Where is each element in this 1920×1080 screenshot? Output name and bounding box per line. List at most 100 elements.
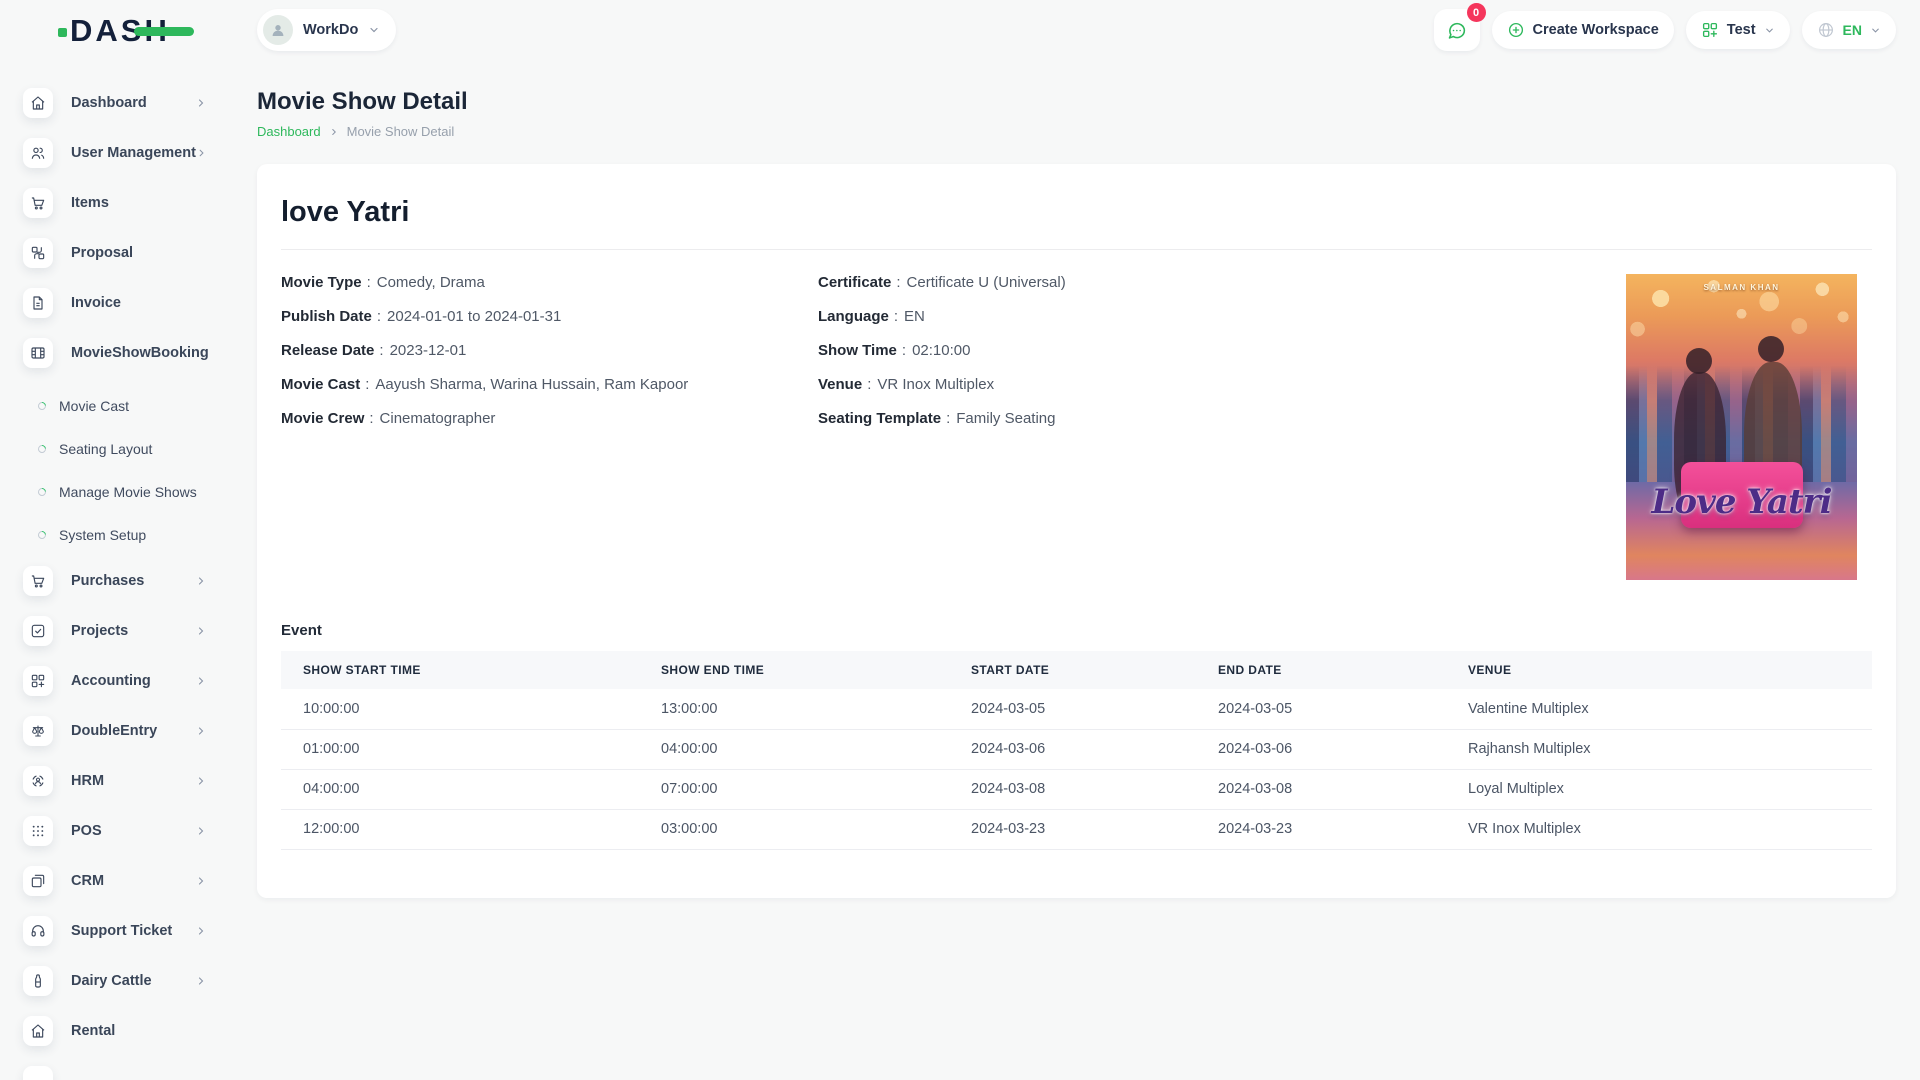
language-selector[interactable]: EN <box>1801 11 1896 49</box>
target-user-icon <box>23 766 53 796</box>
cell-start-date: 2024-03-23 <box>949 809 1196 850</box>
sidebar-item-pos[interactable]: POS <box>23 816 207 846</box>
app-switcher-label: Test <box>1726 22 1756 38</box>
sidebar-subitem-label: Movie Cast <box>59 397 130 414</box>
sidebar-item-accounting[interactable]: Accounting <box>23 666 207 696</box>
cell-start-date: 2024-03-06 <box>949 729 1196 770</box>
headset-icon <box>23 916 53 946</box>
sidebar-item-movieshowbooking[interactable]: MovieShowBooking <box>23 338 209 368</box>
top-bar-actions: 0 Create Workspace Test EN <box>1433 3 1896 51</box>
workspace-switcher[interactable]: WorkDo <box>257 9 397 51</box>
col-start-date: START DATE <box>949 651 1196 689</box>
chevron-down-icon <box>370 27 378 33</box>
cell-show-start-time: 10:00:00 <box>281 689 639 730</box>
cell-venue: Valentine Multiplex <box>1446 689 1872 730</box>
page-title: Movie Show Detail <box>257 88 468 115</box>
sidebar-item-label: CRM <box>71 873 105 889</box>
poster-figure <box>1686 348 1712 374</box>
chevron-right-icon <box>198 777 204 785</box>
create-workspace-label: Create Workspace <box>1532 22 1659 38</box>
home-icon <box>23 88 53 118</box>
language-label: EN <box>1842 22 1862 38</box>
sidebar-item-label: Rental <box>71 1023 116 1039</box>
breadcrumb-dashboard-link[interactable]: Dashboard <box>257 124 321 139</box>
chevron-right-icon <box>199 149 204 157</box>
avatar <box>263 15 293 45</box>
sidebar-subitem-system-setup[interactable]: System Setup <box>36 513 257 556</box>
chevron-right-icon <box>198 627 204 635</box>
sidebar-item-invoice[interactable]: Invoice <box>23 288 207 318</box>
messages-button[interactable]: 0 <box>1433 3 1486 51</box>
users-icon <box>23 138 53 168</box>
sidebar-subitem-manage-movie-shows[interactable]: Manage Movie Shows <box>36 470 257 513</box>
col-end-date: END DATE <box>1196 651 1446 689</box>
detail-seating-template: Seating Template: Family Seating <box>818 410 1056 427</box>
sidebar-item-rental[interactable]: Rental <box>23 1016 207 1046</box>
breadcrumb: Dashboard Movie Show Detail <box>257 124 1896 139</box>
sidebar-item-dashboard[interactable]: Dashboard <box>23 88 207 118</box>
chat-bubble-icon <box>1448 22 1466 39</box>
poster-title-text: Love Yatri <box>1651 482 1832 522</box>
sidebar-item-doubleentry[interactable]: DoubleEntry <box>23 716 207 746</box>
user-avatar-icon <box>272 25 284 36</box>
cell-show-end-time: 07:00:00 <box>639 769 949 810</box>
movie-details: Movie Type: Comedy, Drama Publish Date:20… <box>281 274 1872 580</box>
cell-venue: Loyal Multiplex <box>1446 769 1872 810</box>
brand-logo[interactable]: DASH <box>58 15 194 46</box>
col-venue: VENUE <box>1446 651 1872 689</box>
sidebar-item-user-management[interactable]: User Management <box>23 138 207 168</box>
film-icon <box>23 338 53 368</box>
event-heading: Event <box>281 622 322 639</box>
file-icon <box>23 288 53 318</box>
event-table: SHOW START TIME SHOW END TIME START DATE… <box>281 651 1872 850</box>
app-switcher-button[interactable]: Test <box>1685 11 1790 49</box>
sidebar-item-hrm[interactable]: HRM <box>23 766 207 796</box>
chevron-right-icon <box>198 877 204 885</box>
sidebar-item-projects[interactable]: Projects <box>23 616 207 646</box>
sidebar-item-proposal[interactable]: Proposal <box>23 238 207 268</box>
sidebar-item-label: HRM <box>71 773 105 789</box>
home-icon <box>23 1016 53 1046</box>
module-icon <box>23 1066 53 1080</box>
cell-show-end-time: 03:00:00 <box>639 809 949 850</box>
cell-show-start-time: 04:00:00 <box>281 769 639 810</box>
detail-certificate: Certificate: Certificate U (Universal) <box>818 274 1066 291</box>
detail-publish-date: Publish Date:2024-01-01 to 2024-01-31 <box>281 308 562 325</box>
detail-movie-type: Movie Type: Comedy, Drama <box>281 274 485 291</box>
logo-accent-bar <box>133 26 194 36</box>
sidebar-item-items[interactable]: Items <box>23 188 207 218</box>
notification-badge: 0 <box>1466 3 1486 22</box>
sidebar-item-purchases[interactable]: Purchases <box>23 566 207 596</box>
logo-dot <box>58 27 67 37</box>
milk-bottle-icon <box>23 966 53 996</box>
chevron-right-icon <box>198 827 204 835</box>
event-section: Event SHOW START TIME SHOW END TIME STAR… <box>281 622 1872 850</box>
sidebar-item-label: DoubleEntry <box>71 723 158 739</box>
sidebar-item-dairy-cattle[interactable]: Dairy Cattle <box>23 966 207 996</box>
movie-detail-card: love Yatri Movie Type: Comedy, Drama Publ… <box>257 164 1896 898</box>
plus-circle-icon <box>1508 22 1523 38</box>
movie-details-right: Certificate: Certificate U (Universal) La… <box>818 274 1626 444</box>
sidebar-item-label: Projects <box>71 623 129 639</box>
table-row: 01:00:00 04:00:00 2024-03-06 2024-03-06 … <box>281 729 1872 770</box>
cell-show-start-time: 12:00:00 <box>281 809 639 850</box>
sidebar-item-label: POS <box>71 823 102 839</box>
create-workspace-button[interactable]: Create Workspace <box>1491 11 1674 49</box>
divider <box>281 249 1872 250</box>
cell-venue: VR Inox Multiplex <box>1446 809 1872 850</box>
bullet-icon <box>36 485 48 498</box>
sidebar-subitem-seating-layout[interactable]: Seating Layout <box>36 427 257 470</box>
sidebar-item-partial[interactable] <box>23 1066 207 1080</box>
sidebar-item-support-ticket[interactable]: Support Ticket <box>23 916 207 946</box>
chevron-right-icon <box>198 977 204 985</box>
dots-grid-icon <box>23 816 53 846</box>
chevron-right-icon <box>331 128 336 135</box>
sidebar-item-label: Proposal <box>71 245 134 261</box>
sidebar-subitem-movie-cast[interactable]: Movie Cast <box>36 384 257 427</box>
globe-icon <box>1818 23 1833 37</box>
cell-show-end-time: 13:00:00 <box>639 689 949 730</box>
top-bar: DASH WorkDo 0 Create Workspace Test EN <box>0 0 1920 60</box>
col-show-end-time: SHOW END TIME <box>639 651 949 689</box>
sidebar-item-crm[interactable]: CRM <box>23 866 207 896</box>
cell-show-end-time: 04:00:00 <box>639 729 949 770</box>
